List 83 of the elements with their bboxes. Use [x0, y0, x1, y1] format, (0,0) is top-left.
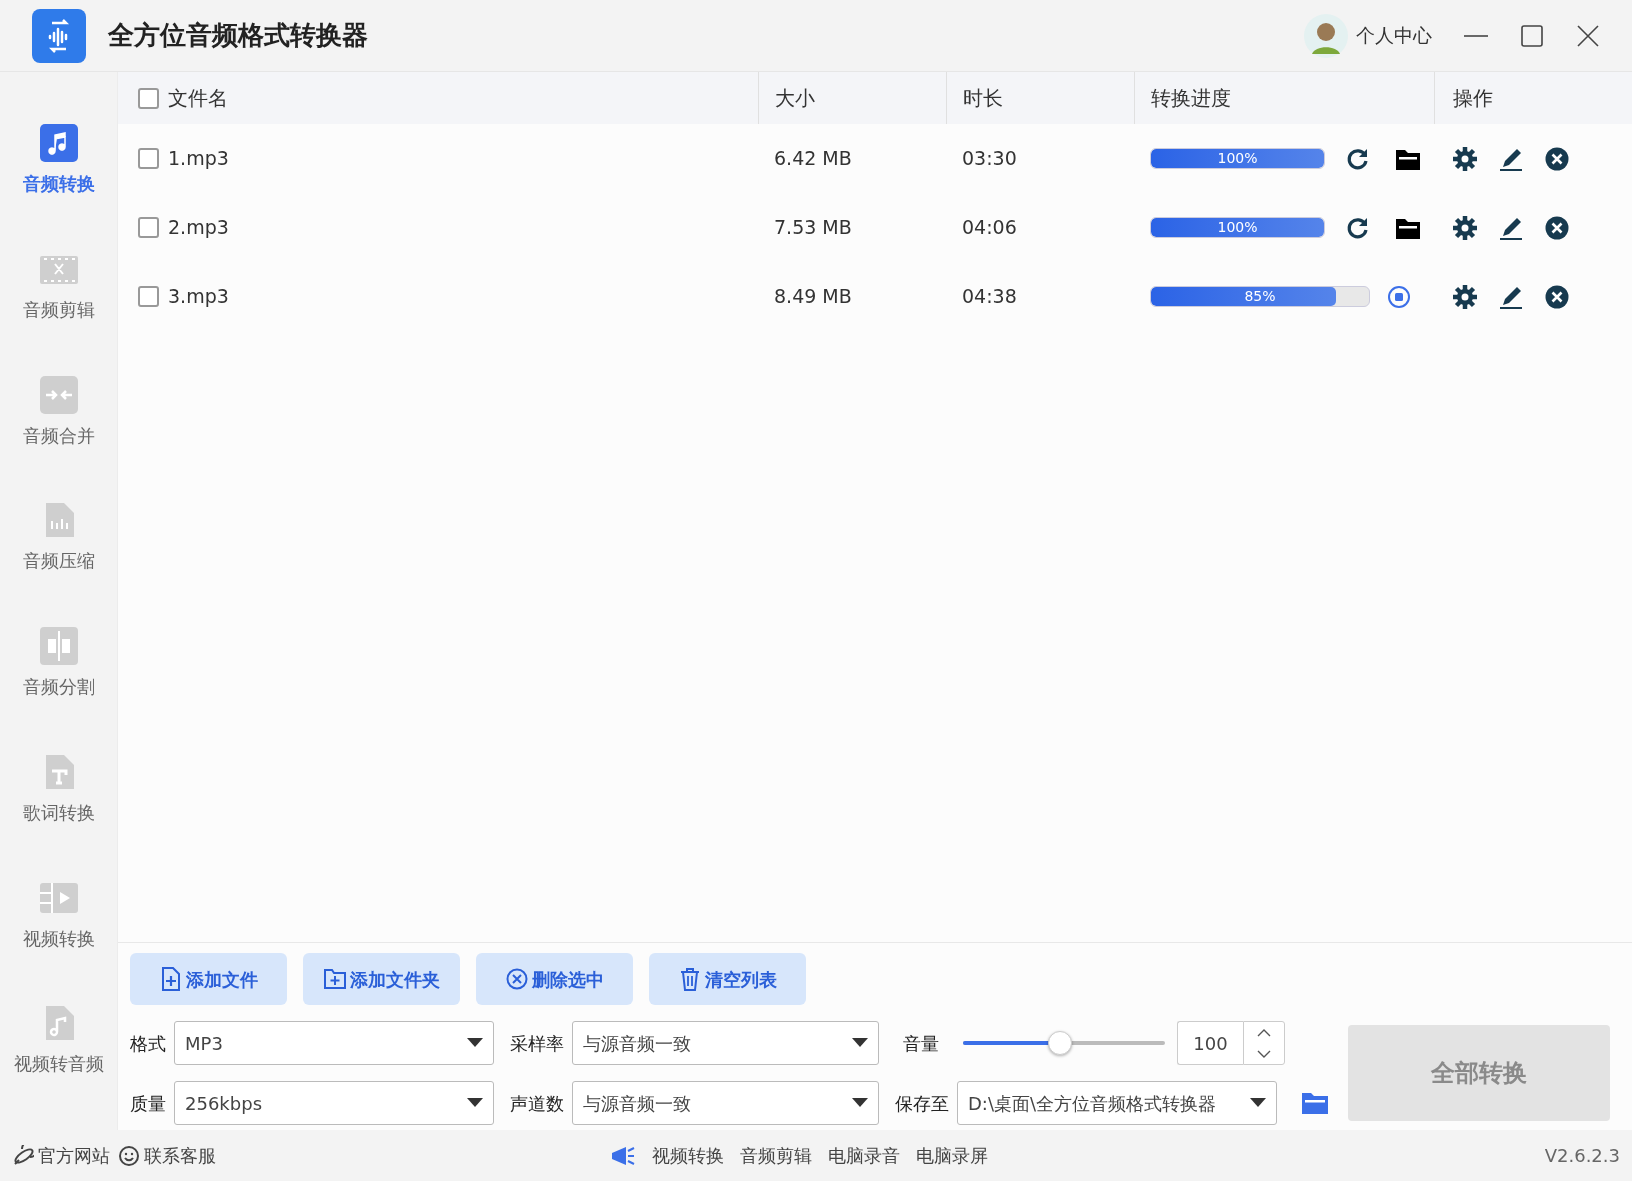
- row-checkbox[interactable]: [138, 286, 159, 307]
- volume-slider[interactable]: [963, 1030, 1165, 1056]
- delete-icon[interactable]: [1544, 214, 1570, 241]
- progress-label: 100%: [1216, 218, 1259, 237]
- field-label: 声道数: [510, 1091, 564, 1116]
- stop-icon[interactable]: [1386, 283, 1412, 310]
- column-header: 文件名: [168, 85, 228, 112]
- close-icon: [1576, 24, 1600, 48]
- minimize-icon: [1464, 35, 1488, 37]
- version-label: V2.6.2.3: [1544, 1144, 1620, 1168]
- column-header: 时长: [963, 85, 1003, 112]
- file-duration: 03:30: [962, 147, 1017, 170]
- field-label: 保存至: [895, 1091, 949, 1116]
- format-select[interactable]: MP3: [174, 1021, 494, 1065]
- tool-link[interactable]: 电脑录音: [828, 1142, 900, 1169]
- add-folder-icon: [323, 967, 346, 991]
- app-title: 全方位音频格式转换器: [108, 19, 368, 52]
- sidebar-item-icon: [39, 124, 78, 162]
- delete-circle-icon: [505, 967, 528, 991]
- file-size: 7.53 MB: [774, 216, 852, 239]
- column-header: 转换进度: [1151, 85, 1231, 112]
- file-duration: 04:38: [962, 285, 1017, 308]
- user-center-link[interactable]: 个人中心: [1356, 21, 1432, 50]
- trash-icon: [678, 967, 701, 991]
- file-name: 1.mp3: [168, 146, 229, 172]
- tool-link[interactable]: 视频转换: [652, 1142, 724, 1169]
- settings-icon[interactable]: [1452, 214, 1478, 241]
- caret-icon: [1250, 1098, 1266, 1108]
- maximize-icon: [1520, 24, 1544, 48]
- caret-icon: [852, 1098, 868, 1108]
- add-file-icon: [159, 967, 182, 991]
- logo-icon: [32, 8, 86, 63]
- avatar-icon[interactable]: [1304, 13, 1348, 58]
- spin-up-icon[interactable]: [1257, 1028, 1271, 1037]
- field-label: 采样率: [510, 1031, 564, 1056]
- sidebar-item-icon: [39, 375, 78, 414]
- sample-rate-select[interactable]: 与源音频一致: [572, 1021, 879, 1065]
- add-file-button[interactable]: 添加文件: [130, 953, 287, 1005]
- sidebar-item-icon: [39, 627, 78, 665]
- column-header: 操作: [1453, 85, 1493, 112]
- sidebar-item[interactable]: 音频压缩: [0, 501, 117, 627]
- sidebar-item[interactable]: 歌词转换: [0, 752, 117, 879]
- progress-label: 85%: [1243, 287, 1277, 306]
- support-link[interactable]: 联系客服: [144, 1142, 216, 1169]
- caret-icon: [467, 1098, 483, 1108]
- sidebar-item[interactable]: 视频转音频: [0, 1004, 117, 1130]
- sidebar-item[interactable]: 音频分割: [0, 627, 117, 753]
- quality-select[interactable]: 256kbps: [174, 1081, 494, 1125]
- caret-icon: [852, 1038, 868, 1048]
- delete-selected-button[interactable]: 删除选中: [476, 953, 633, 1005]
- megaphone-icon: [610, 1144, 636, 1167]
- progress-label: 100%: [1216, 149, 1259, 168]
- volume-field[interactable]: 100: [1177, 1021, 1243, 1065]
- clear-list-button[interactable]: 清空列表: [649, 953, 806, 1005]
- field-label: 格式: [130, 1031, 166, 1056]
- add-folder-button[interactable]: 添加文件夹: [303, 953, 460, 1005]
- tool-link[interactable]: 电脑录屏: [916, 1142, 988, 1169]
- field-label: 质量: [130, 1091, 166, 1116]
- row-checkbox[interactable]: [138, 217, 159, 238]
- sidebar-item[interactable]: 视频转换: [0, 878, 117, 1005]
- field-label: 音量: [903, 1031, 939, 1056]
- delete-icon[interactable]: [1544, 283, 1570, 310]
- delete-icon[interactable]: [1544, 145, 1570, 172]
- sidebar-item[interactable]: 音频转换: [0, 124, 117, 250]
- settings-icon[interactable]: [1452, 283, 1478, 310]
- row-checkbox[interactable]: [138, 148, 159, 169]
- spin-down-icon[interactable]: [1257, 1049, 1271, 1058]
- file-name: 3.mp3: [168, 284, 229, 310]
- smiley-icon: [118, 1144, 140, 1167]
- file-name: 2.mp3: [168, 215, 229, 241]
- website-link[interactable]: 官方网站: [38, 1142, 110, 1169]
- file-size: 8.49 MB: [774, 285, 852, 308]
- select-all-checkbox[interactable]: [138, 87, 159, 109]
- sidebar-item[interactable]: 音频合并: [0, 375, 117, 502]
- file-size: 6.42 MB: [774, 147, 852, 170]
- channels-select[interactable]: 与源音频一致: [572, 1081, 879, 1125]
- tool-link[interactable]: 音频剪辑: [740, 1142, 812, 1169]
- settings-icon[interactable]: [1452, 145, 1478, 172]
- caret-icon: [467, 1038, 483, 1048]
- file-duration: 04:06: [962, 216, 1017, 239]
- column-header: 大小: [775, 85, 815, 112]
- sidebar-item[interactable]: 音频剪辑: [0, 249, 117, 376]
- save-path-select[interactable]: D:\桌面\全方位音频格式转换器: [957, 1081, 1277, 1125]
